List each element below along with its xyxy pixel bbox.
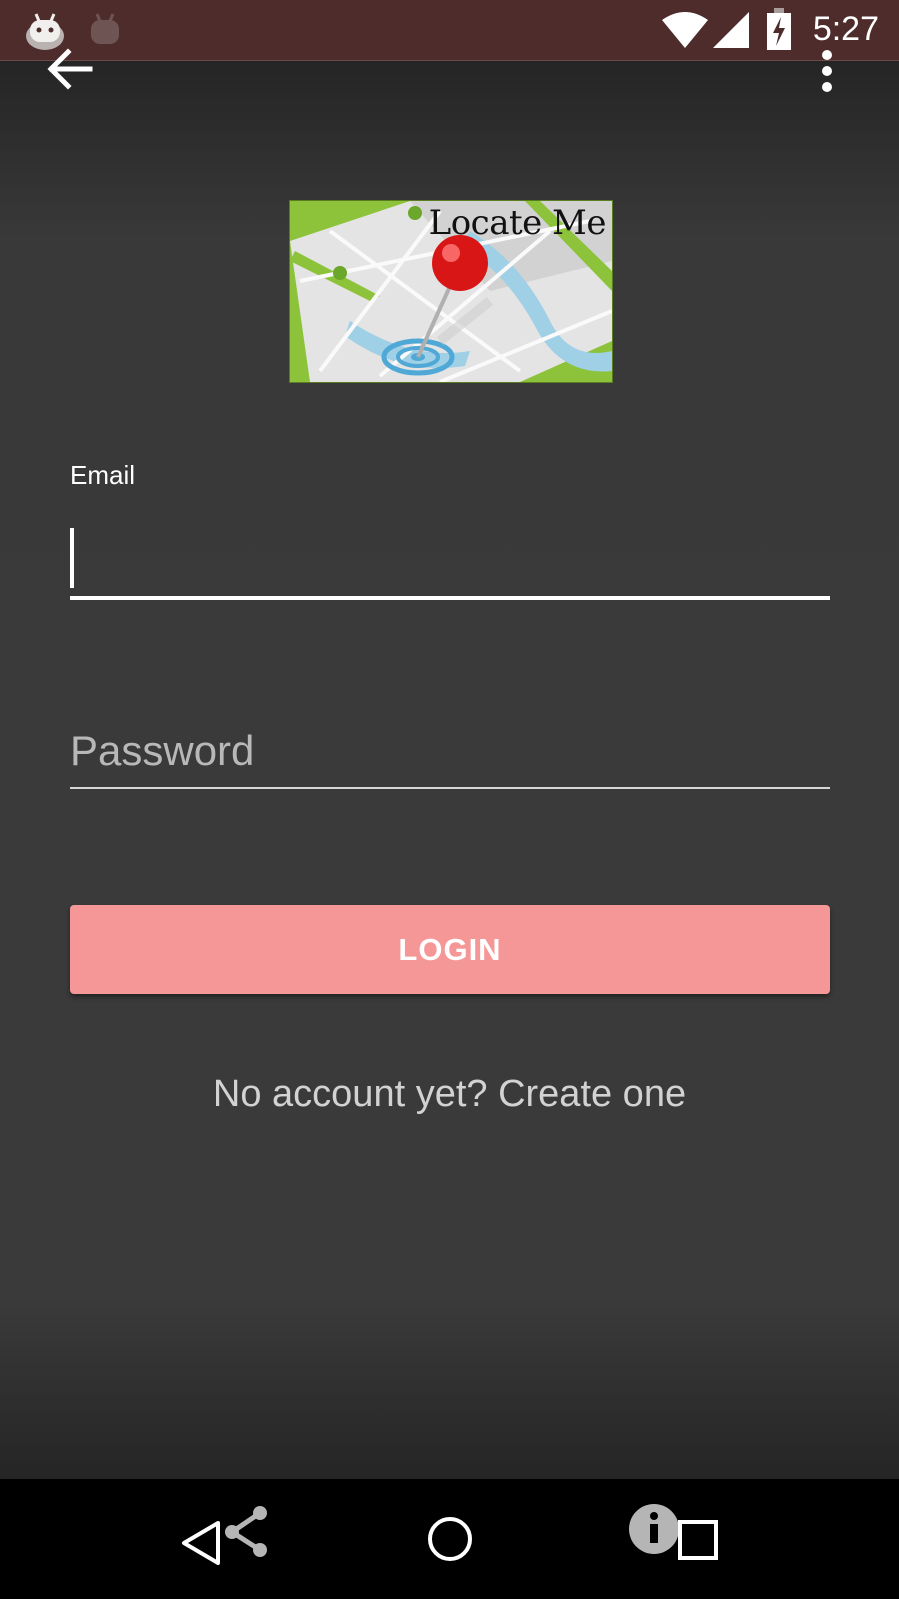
- status-bar: 5:27: [0, 0, 899, 61]
- share-icon[interactable]: [222, 1505, 270, 1563]
- back-triangle-icon[interactable]: [180, 1519, 222, 1571]
- more-vert-icon: [812, 50, 842, 99]
- info-icon[interactable]: [628, 1503, 680, 1559]
- email-label: Email: [70, 460, 136, 490]
- text-cursor: [70, 528, 74, 588]
- more-options-button[interactable]: [812, 47, 842, 95]
- battery-charging-icon: [766, 8, 792, 54]
- logo-text: Locate Me: [428, 203, 607, 243]
- password-placeholder: Password: [70, 727, 255, 774]
- recents-square-icon[interactable]: [677, 1519, 721, 1567]
- navigation-bar: [0, 1479, 899, 1599]
- login-button[interactable]: LOGIN: [70, 905, 830, 994]
- arrow-back-icon: [46, 48, 94, 95]
- password-field[interactable]: Password: [70, 715, 830, 789]
- app-logo: Locate Me: [289, 200, 613, 383]
- email-field[interactable]: [70, 520, 830, 600]
- home-circle-icon[interactable]: [425, 1514, 475, 1568]
- wifi-icon: [662, 12, 708, 52]
- app-content: Locate Me Email Password LOGIN No accoun…: [0, 48, 899, 1479]
- back-button[interactable]: [46, 47, 94, 91]
- cell-signal-icon: [713, 12, 749, 52]
- create-account-link[interactable]: No account yet? Create one: [0, 1073, 899, 1116]
- android-notification-icon-dim: [88, 12, 122, 52]
- status-time: 5:27: [812, 10, 879, 48]
